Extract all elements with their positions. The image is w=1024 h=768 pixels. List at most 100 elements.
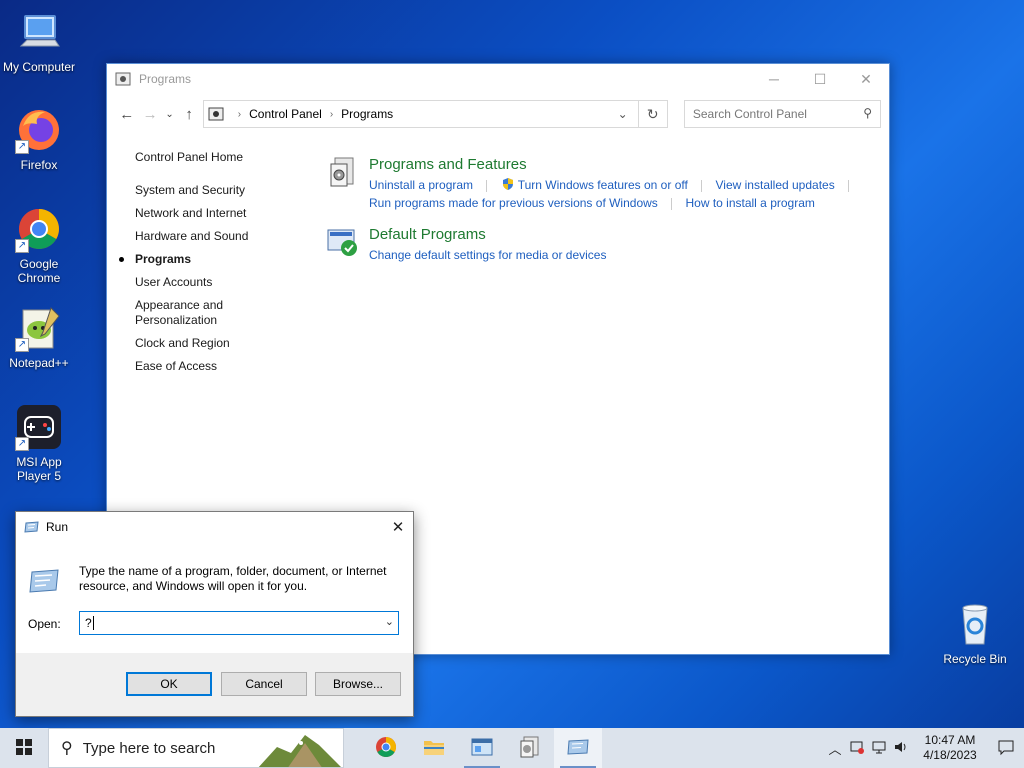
refresh-icon: ↻ — [646, 105, 659, 122]
clock-time: 10:47 AM — [924, 733, 976, 747]
cancel-button[interactable]: Cancel — [221, 672, 307, 696]
minimize-button[interactable]: ─ — [751, 64, 797, 94]
shortcut-arrow-icon: ↗ — [15, 338, 29, 352]
uninstall-program-link[interactable]: Uninstall a program — [369, 178, 473, 192]
main-content: Programs and Features Uninstall a progra… — [327, 156, 867, 278]
forward-button[interactable]: → — [138, 102, 161, 126]
desktop-icon-msi-app-player[interactable]: ↗ MSI App Player 5 — [0, 403, 78, 483]
sidebar-item-ease-of-access[interactable]: Ease of Access — [135, 359, 305, 374]
chrome-icon — [374, 735, 398, 762]
volume-icon[interactable] — [890, 739, 912, 758]
close-icon: ✕ — [860, 70, 872, 87]
search-highlight-image — [257, 729, 343, 767]
breadcrumb-control-panel[interactable]: Control Panel — [249, 107, 322, 121]
link-separator — [848, 179, 850, 192]
search-input[interactable]: Search Control Panel ⚲ — [683, 100, 881, 128]
desktop-icon-chrome[interactable]: ↗ Google Chrome — [0, 205, 78, 285]
sidebar-item-appearance[interactable]: Appearance and Personalization — [135, 298, 235, 328]
taskbar-app-window[interactable] — [458, 728, 506, 768]
programs-features-link[interactable]: Programs and Features — [369, 156, 859, 174]
desktop-icon-label: MSI App Player 5 — [16, 455, 62, 483]
network-icon[interactable] — [868, 739, 890, 758]
link-separator — [701, 179, 703, 192]
taskbar-chrome[interactable] — [362, 728, 410, 768]
chevron-up-icon: ︿ — [828, 741, 842, 757]
text-caret — [92, 616, 94, 630]
sidebar-item-home[interactable]: Control Panel Home — [135, 150, 305, 165]
navigation-bar: ← → ⌄ ↑ › Control Panel › Programs ⌄ ↻ S… — [107, 94, 889, 134]
clock-date: 4/18/2023 — [923, 748, 977, 762]
maximize-button[interactable]: ☐ — [797, 64, 843, 94]
taskbar-run[interactable] — [554, 728, 602, 768]
change-default-settings-link[interactable]: Change default settings for media or dev… — [369, 248, 606, 262]
firefox-icon: ↗ — [15, 106, 63, 154]
breadcrumb-separator-icon: › — [237, 108, 242, 120]
breadcrumb-separator-icon[interactable]: › — [330, 109, 333, 120]
desktop-icon-label: Firefox — [20, 158, 58, 172]
notification-icon — [997, 738, 1015, 759]
arrow-right-icon: → — [142, 105, 158, 123]
run-description: Type the name of a program, folder, docu… — [79, 564, 387, 593]
run-button-row: OK Cancel Browse... — [16, 653, 413, 716]
run-close-button[interactable]: ✕ — [383, 512, 413, 542]
notification-center-button[interactable] — [988, 728, 1024, 768]
taskbar-clock[interactable]: 10:47 AM 4/18/2023 — [912, 733, 988, 763]
taskbar-search-box[interactable]: ⚲ Type here to search — [48, 728, 344, 768]
view-installed-updates-link[interactable]: View installed updates — [716, 178, 835, 192]
desktop-icon-label: Google Chrome — [17, 257, 61, 285]
taskbar-control-panel[interactable] — [506, 728, 554, 768]
address-bar[interactable]: › Control Panel › Programs ⌄ — [202, 100, 639, 128]
folder-icon — [422, 735, 446, 762]
sidebar: Control Panel Home System and Security N… — [119, 150, 305, 382]
sidebar-item-programs[interactable]: Programs — [119, 252, 305, 267]
msi-app-player-icon: ↗ — [15, 403, 63, 451]
close-button[interactable]: ✕ — [843, 64, 889, 94]
system-window-icon — [470, 735, 494, 762]
tray-security-icon[interactable] — [846, 739, 868, 758]
control-panel-icon — [115, 71, 131, 87]
arrow-up-icon: ↑ — [185, 105, 193, 123]
default-programs-link[interactable]: Default Programs — [369, 226, 606, 244]
window-title: Programs — [139, 72, 192, 86]
desktop-icon-recycle-bin[interactable]: Recycle Bin — [936, 600, 1014, 666]
sidebar-item-hardware-sound[interactable]: Hardware and Sound — [135, 229, 305, 244]
browse-button[interactable]: Browse... — [315, 672, 401, 696]
run-title-bar[interactable]: Run ✕ — [16, 512, 413, 542]
maximize-icon: ☐ — [813, 70, 827, 87]
refresh-button[interactable]: ↻ — [638, 100, 668, 128]
desktop-icon-notepadpp[interactable]: ↗ Notepad++ — [0, 304, 78, 370]
sidebar-item-user-accounts[interactable]: User Accounts — [135, 275, 305, 290]
show-hidden-icons-button[interactable]: ︿ — [824, 739, 846, 758]
title-bar[interactable]: Programs ─ ☐ ✕ — [107, 64, 889, 94]
taskbar-search-placeholder: Type here to search — [82, 739, 216, 757]
desktop-icon-my-computer[interactable]: My Computer — [0, 8, 78, 74]
shield-icon — [501, 177, 515, 191]
recent-locations-button[interactable]: ⌄ — [162, 102, 178, 126]
open-input[interactable]: ? ⌄ — [79, 611, 399, 635]
back-button[interactable]: ← — [115, 102, 138, 126]
run-older-programs-link[interactable]: Run programs made for previous versions … — [369, 196, 658, 210]
how-to-install-link[interactable]: How to install a program — [685, 196, 814, 210]
recycle-bin-label: Recycle Bin — [943, 652, 1007, 666]
ok-button[interactable]: OK — [126, 672, 212, 696]
up-button[interactable]: ↑ — [177, 102, 200, 126]
windows-features-link[interactable]: Turn Windows features on or off — [518, 178, 688, 192]
sidebar-item-network-internet[interactable]: Network and Internet — [135, 206, 305, 221]
taskbar-file-explorer[interactable] — [410, 728, 458, 768]
address-dropdown-button[interactable]: ⌄ — [608, 101, 638, 127]
sidebar-item-clock-region[interactable]: Clock and Region — [135, 336, 305, 351]
programs-features-icon — [327, 156, 359, 188]
run-large-icon — [28, 568, 60, 594]
category-programs-features: Programs and Features Uninstall a progra… — [327, 156, 867, 212]
chevron-down-icon[interactable]: ⌄ — [385, 615, 394, 628]
shortcut-arrow-icon: ↗ — [15, 437, 29, 451]
arrow-left-icon: ← — [119, 105, 135, 123]
open-input-value: ? — [85, 616, 92, 630]
chevron-down-icon: ⌄ — [165, 108, 174, 120]
control-panel-icon — [208, 106, 224, 122]
chevron-down-icon: ⌄ — [617, 107, 628, 121]
desktop-icon-firefox[interactable]: ↗ Firefox — [0, 106, 78, 172]
sidebar-item-system-security[interactable]: System and Security — [135, 183, 305, 198]
breadcrumb-programs[interactable]: Programs — [341, 107, 393, 121]
start-button[interactable] — [0, 728, 48, 768]
